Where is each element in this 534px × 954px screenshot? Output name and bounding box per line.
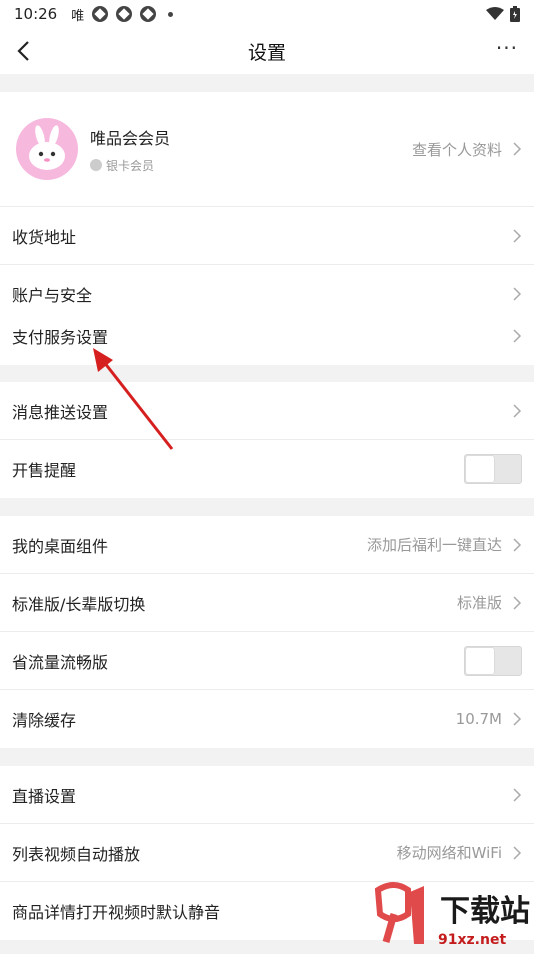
status-carrier: 唯 bbox=[71, 8, 85, 24]
row-label: 清除缓存 bbox=[12, 711, 77, 730]
row-label: 标准版/长辈版切换 bbox=[12, 594, 146, 614]
page-title: 设置 bbox=[247, 41, 286, 64]
notification-icon bbox=[116, 6, 133, 22]
view-profile-link[interactable]: 查看个人资料 bbox=[412, 139, 502, 160]
chevron-right-icon bbox=[513, 712, 522, 726]
chevron-right-icon bbox=[513, 537, 522, 552]
member-badge: 银卡会员 bbox=[90, 157, 412, 174]
chevron-right-icon bbox=[513, 329, 522, 343]
member-level: 银卡会员 bbox=[106, 158, 155, 173]
settings-group-account: 唯品会会员 银卡会员 查看个人资料 收货地址 账户与安全 bbox=[0, 92, 534, 323]
row-label: 我的桌面组件 bbox=[12, 536, 109, 556]
chevron-right-icon bbox=[513, 845, 522, 860]
row-label: 支付服务设置 bbox=[12, 328, 109, 347]
settings-row-sale-reminder: 开售提醒 bbox=[0, 440, 534, 498]
status-time: 10:26 bbox=[14, 5, 58, 23]
settings-row-clear-cache[interactable]: 清除缓存 10.7M bbox=[0, 690, 534, 748]
toggle-knob bbox=[466, 456, 494, 482]
notification-icon bbox=[140, 6, 157, 22]
sale-reminder-toggle[interactable] bbox=[464, 454, 522, 484]
chevron-right-icon bbox=[513, 403, 522, 418]
chevron-right-icon bbox=[513, 228, 522, 243]
row-label: 列表视频自动播放 bbox=[12, 844, 141, 864]
more-options-icon[interactable]: ··· bbox=[496, 36, 518, 60]
settings-row-live[interactable]: 直播设置 bbox=[0, 766, 534, 824]
row-value: 标准版 bbox=[456, 594, 502, 612]
avatar bbox=[16, 118, 78, 180]
settings-group-app: 我的桌面组件 添加后福利一键直达 标准版/长辈版切换 标准版 省流量流畅版 清除… bbox=[0, 516, 534, 748]
settings-row-version-switch[interactable]: 标准版/长辈版切换 标准版 bbox=[0, 574, 534, 632]
battery-icon bbox=[510, 6, 520, 22]
settings-group-notifications: 消息推送设置 开售提醒 bbox=[0, 382, 534, 498]
row-label: 省流量流畅版 bbox=[12, 652, 109, 672]
settings-row-data-saver: 省流量流畅版 bbox=[0, 632, 534, 690]
row-label: 账户与安全 bbox=[12, 286, 93, 305]
row-value: 10.7M bbox=[455, 710, 502, 728]
silver-medal-icon bbox=[90, 159, 102, 171]
settings-row-address[interactable]: 收货地址 bbox=[0, 207, 534, 265]
row-label: 消息推送设置 bbox=[12, 402, 109, 422]
chevron-right-icon bbox=[513, 287, 522, 301]
wifi-icon bbox=[486, 7, 504, 20]
row-value: 移动网络和WiFi bbox=[396, 844, 502, 862]
chevron-right-icon bbox=[513, 787, 522, 802]
row-label: 直播设置 bbox=[12, 786, 77, 806]
watermark-91-icon bbox=[374, 882, 424, 944]
data-saver-toggle[interactable] bbox=[464, 645, 522, 676]
watermark-title: 下载站 bbox=[440, 894, 530, 929]
mascot-icon bbox=[29, 125, 65, 170]
profile-row[interactable]: 唯品会会员 银卡会员 查看个人资料 bbox=[0, 92, 534, 207]
more-notifications-icon bbox=[168, 11, 174, 17]
settings-group-payment: 支付服务设置 bbox=[0, 307, 534, 365]
top-nav-bar: 设置 ··· bbox=[0, 28, 534, 74]
settings-row-push[interactable]: 消息推送设置 bbox=[0, 382, 534, 440]
row-value: 添加后福利一键直达 bbox=[366, 536, 502, 554]
back-arrow-icon[interactable] bbox=[12, 38, 38, 64]
profile-name: 唯品会会员 bbox=[90, 128, 171, 148]
settings-row-autoplay[interactable]: 列表视频自动播放 移动网络和WiFi bbox=[0, 824, 534, 882]
settings-row-desktop-widget[interactable]: 我的桌面组件 添加后福利一键直达 bbox=[0, 516, 534, 574]
watermark-logo: 下载站 91xz.net bbox=[364, 880, 534, 950]
status-bar: 10:26 唯 bbox=[0, 0, 534, 28]
profile-info: 唯品会会员 银卡会员 bbox=[90, 125, 412, 174]
row-label: 收货地址 bbox=[12, 227, 77, 247]
watermark-text: 91xz.net bbox=[438, 932, 507, 948]
notification-icon bbox=[92, 6, 109, 22]
toggle-knob bbox=[466, 647, 494, 674]
row-label: 开售提醒 bbox=[12, 461, 77, 480]
settings-row-payment-service[interactable]: 支付服务设置 bbox=[0, 307, 534, 365]
chevron-right-icon bbox=[513, 595, 522, 610]
chevron-right-icon bbox=[513, 142, 522, 156]
